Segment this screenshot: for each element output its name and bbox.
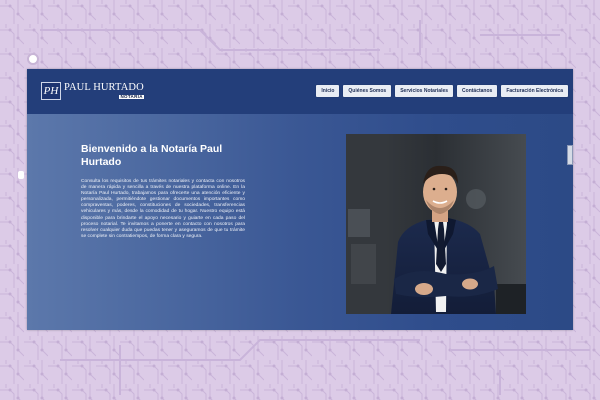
hero-description: Consulta los requisitos de tus trámites … [81,179,245,239]
page-panel: PH PAUL HURTADO NOTARIA Inicio Quiénes S… [27,69,573,330]
nav-servicios-button[interactable]: Servicios Notariales [395,85,454,97]
main-nav: Inicio Quiénes Somos Servicios Notariale… [316,85,568,97]
logo-monogram: PH [41,82,61,100]
site-logo[interactable]: PH PAUL HURTADO NOTARIA [41,81,144,101]
side-handle[interactable] [567,145,573,165]
nav-inicio-button[interactable]: Inicio [316,85,340,97]
nav-quienes-somos-button[interactable]: Quiénes Somos [343,85,392,97]
nav-contactanos-button[interactable]: Contáctanos [457,85,498,97]
floating-circle [27,53,39,65]
logo-subtitle: NOTARIA [119,93,144,99]
hero-title: Bienvenido a la Notaría Paul Hurtado [81,143,223,168]
logo-name: PAUL HURTADO [64,82,144,93]
mouse-cursor [18,171,24,179]
site-header: PH PAUL HURTADO NOTARIA Inicio Quiénes S… [27,69,573,114]
hero-section: Bienvenido a la Notaría Paul Hurtado Con… [27,114,573,330]
notary-portrait-image [346,134,526,314]
nav-facturacion-button[interactable]: Facturación Electrónica [501,85,568,97]
